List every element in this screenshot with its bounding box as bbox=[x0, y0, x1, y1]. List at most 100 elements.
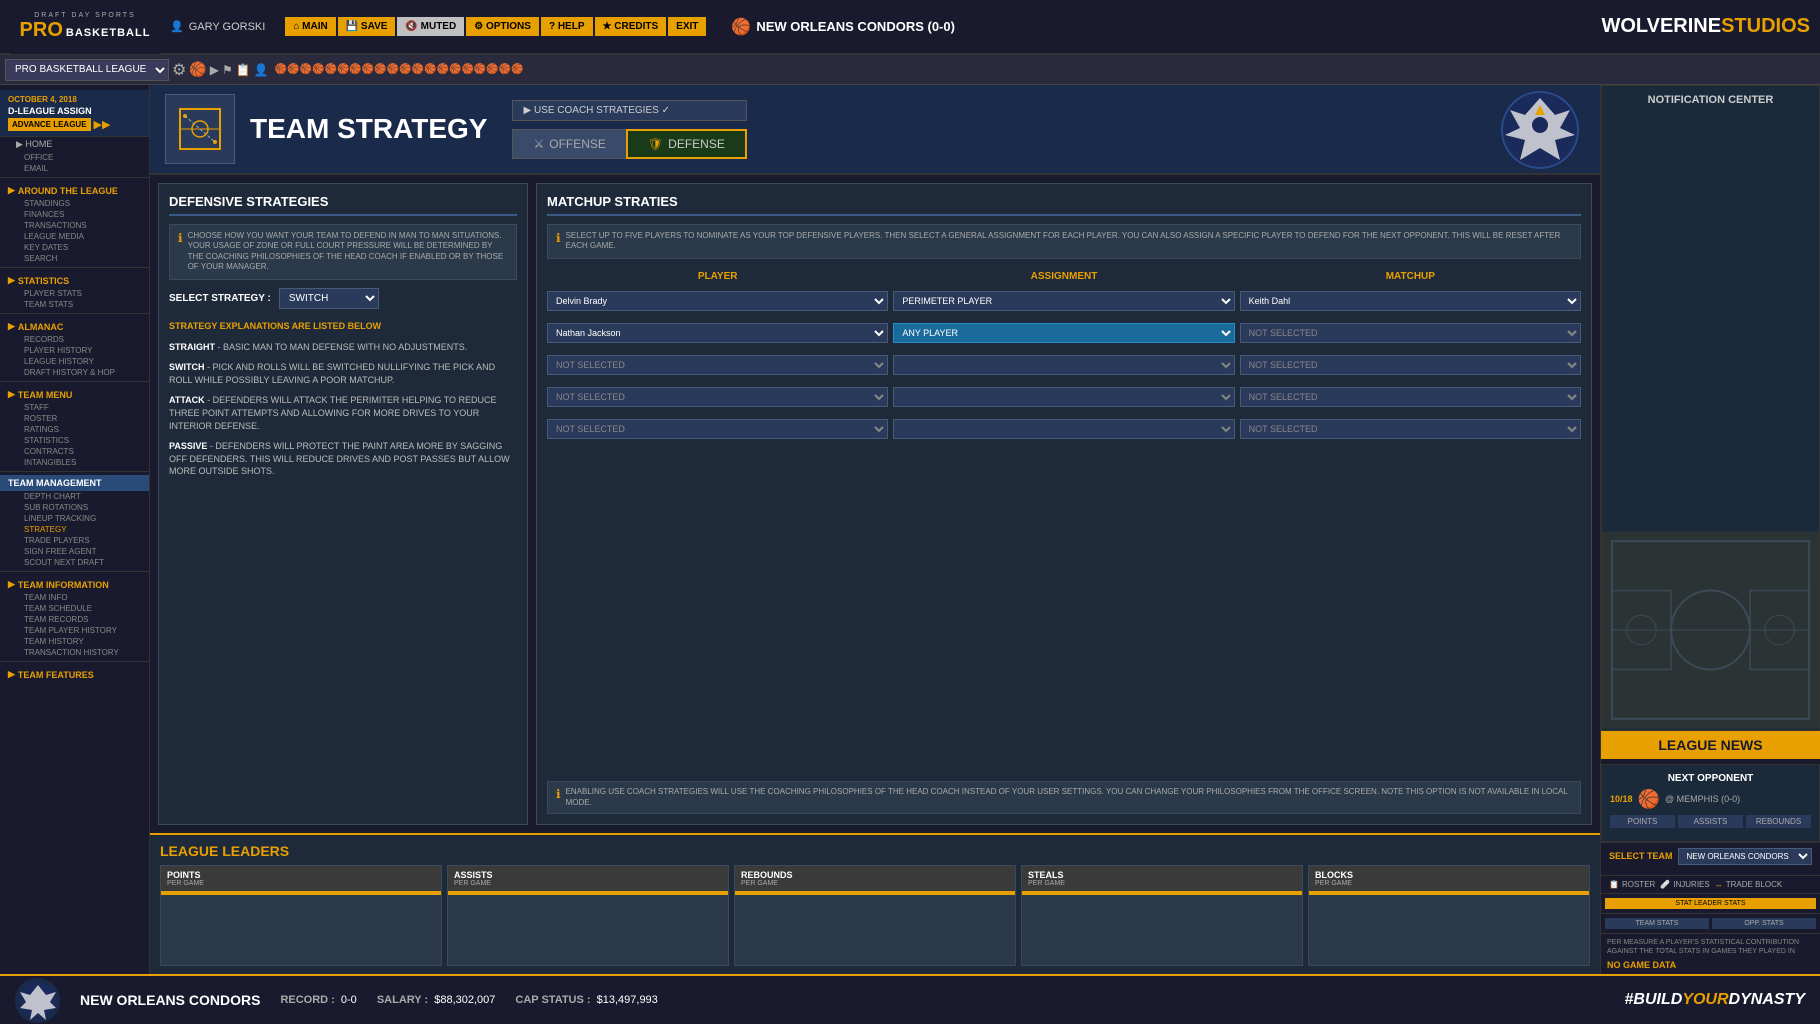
sidebar-item-team-schedule[interactable]: TEAM SCHEDULE bbox=[0, 603, 149, 614]
player-select-5[interactable]: NOT SELECTED bbox=[547, 419, 888, 439]
sidebar-team-info-header: ▶ TEAM INFORMATION bbox=[0, 575, 149, 592]
sidebar-item-depth-chart[interactable]: DEPTH CHART bbox=[0, 491, 149, 502]
sidebar-item-trade-players[interactable]: TRADE PLAYERS bbox=[0, 535, 149, 546]
matchup-select-2[interactable]: NOT SELECTED bbox=[1240, 323, 1581, 343]
next-opponent-title: NEXT OPPONENT bbox=[1610, 773, 1811, 784]
matchup-title: MATCHUP STRATIES bbox=[547, 194, 1581, 216]
sidebar-item-draft-history[interactable]: DRAFT HISTORY & HOP bbox=[0, 367, 149, 378]
sidebar-item-lineup-tracking[interactable]: LINEUP TRACKING bbox=[0, 513, 149, 524]
player-select-1[interactable]: Delvin Brady bbox=[547, 291, 888, 311]
sidebar-item-finances[interactable]: FINANCES bbox=[0, 209, 149, 220]
toolbar-icon-3[interactable]: ▶ bbox=[210, 63, 219, 77]
ll-assists-body bbox=[448, 895, 728, 965]
sidebar-item-contracts[interactable]: CONTRACTS bbox=[0, 446, 149, 457]
strategy-explanation-label: STRATEGY EXPLANATIONS ARE LISTED BELOW bbox=[169, 321, 517, 331]
trade-block-action[interactable]: ↔ TRADE BLOCK bbox=[1715, 880, 1782, 889]
sidebar-item-ratings[interactable]: RATINGS bbox=[0, 424, 149, 435]
assignment-select-3[interactable] bbox=[893, 355, 1234, 375]
team-selector[interactable]: NEW ORLEANS CONDORS bbox=[1678, 848, 1812, 865]
sidebar-item-team-history[interactable]: TEAM HISTORY bbox=[0, 636, 149, 647]
exit-button[interactable]: EXIT bbox=[668, 17, 706, 36]
use-coach-strategies-button[interactable]: ▶ USE COACH STRATEGIES ✓ bbox=[512, 100, 746, 121]
next-opponent-section: NEXT OPPONENT 10/18 🏀 @ MEMPHIS (0-0) PO… bbox=[1601, 764, 1820, 842]
defensive-strategies-panel: DEFENSIVE STRATEGIES ℹ CHOOSE HOW YOU WA… bbox=[158, 183, 528, 825]
team-logo-header bbox=[1490, 90, 1590, 170]
ll-blocks-title: BLOCKS bbox=[1315, 870, 1583, 880]
player-select-2[interactable]: Nathan Jackson bbox=[547, 323, 888, 343]
sidebar-item-staff[interactable]: STAFF bbox=[0, 402, 149, 413]
help-button[interactable]: ? HELP bbox=[541, 17, 593, 36]
toolbar-icon-1[interactable]: ⚙ bbox=[172, 60, 186, 80]
sidebar-item-transaction-history[interactable]: TRANSACTION HISTORY bbox=[0, 647, 149, 658]
sidebar-item-sign-free-agent[interactable]: SIGN FREE AGENT bbox=[0, 546, 149, 557]
salary-value: $88,302,007 bbox=[434, 994, 495, 1006]
sidebar-item-search[interactable]: SEARCH bbox=[0, 253, 149, 264]
team-stats-btn[interactable]: TEAM STATS bbox=[1605, 918, 1709, 929]
opp-points-btn[interactable]: POINTS bbox=[1610, 815, 1675, 828]
sidebar-item-transactions[interactable]: TRANSACTIONS bbox=[0, 220, 149, 231]
toolbar-icon-2[interactable]: 🏀 bbox=[189, 61, 206, 78]
sidebar-item-standings[interactable]: STANDINGS bbox=[0, 198, 149, 209]
sidebar-item-roster[interactable]: ROSTER bbox=[0, 413, 149, 424]
player-select-4[interactable]: NOT SELECTED bbox=[547, 387, 888, 407]
offense-tab-button[interactable]: ⚔ OFFENSE bbox=[512, 129, 625, 159]
options-button[interactable]: ⚙ OPTIONS bbox=[466, 17, 539, 36]
toolbar-icon-4[interactable]: ⚑ bbox=[222, 63, 233, 77]
logo-area: DRAFT DAY SPORTS PRO BASKETBALL bbox=[10, 0, 160, 54]
matchup-select-1[interactable]: Keith Dahl bbox=[1240, 291, 1581, 311]
injuries-action[interactable]: 🩹 INJURIES bbox=[1660, 880, 1709, 889]
opp-rebounds-btn[interactable]: REBOUNDS bbox=[1746, 815, 1811, 828]
sidebar-divider-3 bbox=[0, 313, 149, 314]
strategy-attack-desc: ATTACK - DEFENDERS WILL ATTACK THE PERIM… bbox=[169, 394, 517, 432]
ll-steals-body bbox=[1022, 895, 1302, 965]
sidebar-item-league-media[interactable]: LEAGUE MEDIA bbox=[0, 231, 149, 242]
team-name-bottom: NEW ORLEANS CONDORS bbox=[80, 992, 260, 1008]
ll-rebounds: REBOUNDS PER GAME bbox=[734, 865, 1016, 966]
sidebar-item-team-records[interactable]: TEAM RECORDS bbox=[0, 614, 149, 625]
toolbar-icon-5[interactable]: 📋 bbox=[236, 63, 251, 77]
opponent-name: @ MEMPHIS (0-0) bbox=[1665, 794, 1740, 804]
league-select[interactable]: PRO BASKETBALL LEAGUE bbox=[5, 59, 169, 81]
sidebar-item-statistics[interactable]: STATISTICS bbox=[0, 435, 149, 446]
sidebar-item-office[interactable]: OFFICE bbox=[0, 152, 149, 163]
sidebar-item-team-stats[interactable]: TEAM STATS bbox=[0, 299, 149, 310]
save-button[interactable]: 💾 SAVE bbox=[338, 17, 396, 36]
advance-league-button[interactable]: ADVANCE LEAGUE bbox=[8, 118, 91, 131]
sidebar-item-team-info[interactable]: TEAM INFO bbox=[0, 592, 149, 603]
sidebar-item-key-dates[interactable]: KEY DATES bbox=[0, 242, 149, 253]
stat-leader-stats-btn[interactable]: STAT LEADER STATS bbox=[1605, 898, 1816, 909]
roster-action[interactable]: 📋 ROSTER bbox=[1609, 880, 1655, 889]
sidebar-item-strategy[interactable]: STRATEGY bbox=[0, 524, 149, 535]
sidebar-item-team-player-history[interactable]: TEAM PLAYER HISTORY bbox=[0, 625, 149, 636]
sidebar-item-league-history[interactable]: LEAGUE HISTORY bbox=[0, 356, 149, 367]
muted-button[interactable]: 🔇 MUTED bbox=[397, 17, 464, 36]
sidebar-item-records[interactable]: RECORDS bbox=[0, 334, 149, 345]
sidebar-item-sub-rotations[interactable]: SUB ROTATIONS bbox=[0, 502, 149, 513]
assignment-select-1[interactable]: PERIMETER PLAYERANY PLAYER bbox=[893, 291, 1234, 311]
strategy-dropdown[interactable]: SWITCH STRAIGHT ATTACK PASSIVE bbox=[279, 288, 379, 309]
sidebar-item-scout-next-draft[interactable]: SCOUT NEXT DRAFT bbox=[0, 557, 149, 568]
ll-points: POINTS PER GAME bbox=[160, 865, 442, 966]
defense-tab-button[interactable]: 🛡 DEFENSE bbox=[626, 129, 747, 159]
assignment-select-5[interactable] bbox=[893, 419, 1234, 439]
sidebar-divider-2 bbox=[0, 267, 149, 268]
sidebar-item-player-history[interactable]: PLAYER HISTORY bbox=[0, 345, 149, 356]
opp-assists-btn[interactable]: ASSISTS bbox=[1678, 815, 1743, 828]
matchup-row-5: NOT SELECTED NOT SELECTED bbox=[547, 419, 1581, 443]
assignment-select-4[interactable] bbox=[893, 387, 1234, 407]
main-button[interactable]: ⌂ MAIN bbox=[285, 17, 335, 36]
credits-button[interactable]: ★ CREDITS bbox=[595, 17, 667, 36]
matchup-select-4[interactable]: NOT SELECTED bbox=[1240, 387, 1581, 407]
assignment-select-2[interactable]: ANY PLAYERPERIMETER PLAYER bbox=[893, 323, 1234, 343]
sidebar-item-intangibles[interactable]: INTANGIBLES bbox=[0, 457, 149, 468]
toolbar-icon-6[interactable]: 👤 bbox=[254, 63, 269, 77]
player-col-header: PLAYER bbox=[547, 267, 888, 286]
matchup-select-5[interactable]: NOT SELECTED bbox=[1240, 419, 1581, 439]
matchup-select-3[interactable]: NOT SELECTED bbox=[1240, 355, 1581, 375]
player-select-3[interactable]: NOT SELECTED bbox=[547, 355, 888, 375]
opp-stats-btn[interactable]: OPP. STATS bbox=[1712, 918, 1816, 929]
sidebar-item-home[interactable]: ▶ HOME bbox=[0, 137, 149, 152]
sidebar-item-email[interactable]: EMAIL bbox=[0, 163, 149, 174]
ll-steals-title: STEALS bbox=[1028, 870, 1296, 880]
sidebar-item-player-stats[interactable]: PLAYER STATS bbox=[0, 288, 149, 299]
